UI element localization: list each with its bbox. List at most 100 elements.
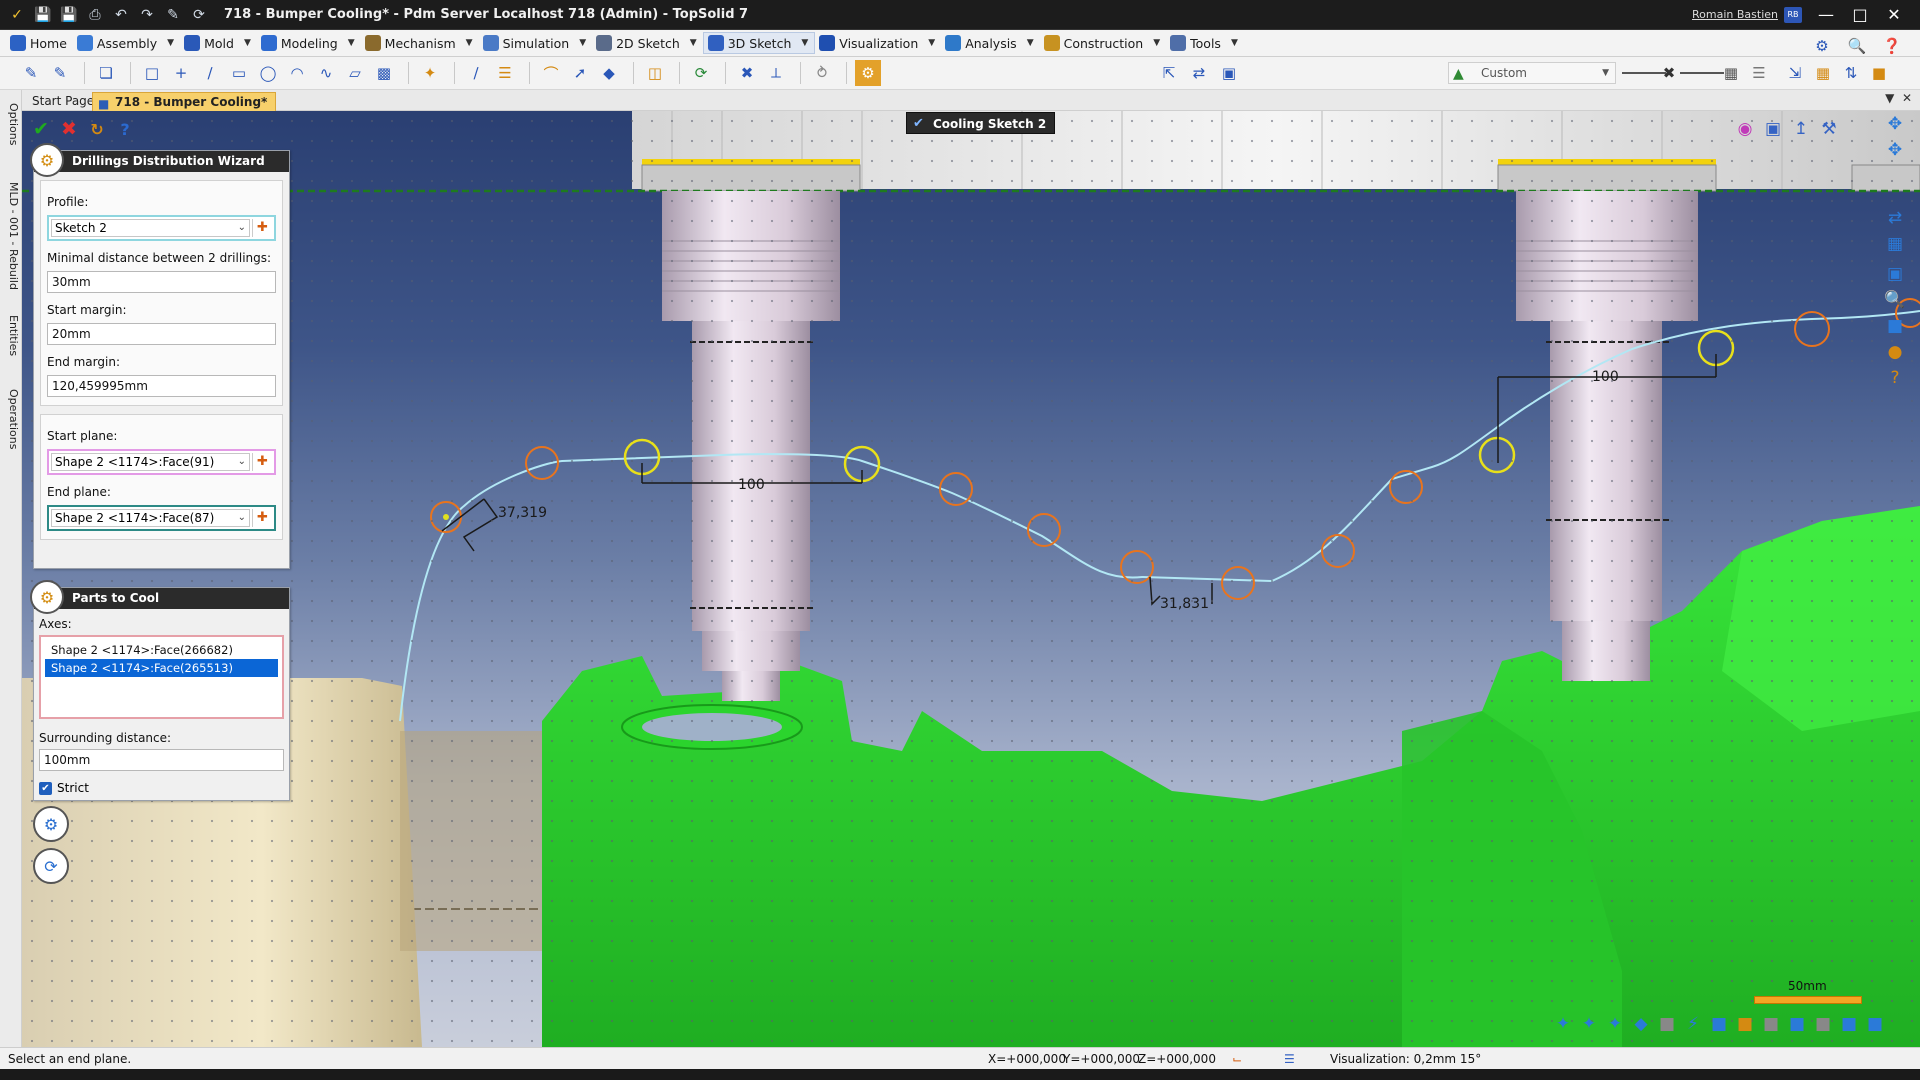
fillet-icon[interactable]: ⌒ — [538, 60, 564, 86]
pick-icon[interactable]: ✚ — [252, 219, 272, 237]
active-sketch-label[interactable]: ✔ Cooling Sketch 2 — [906, 112, 1056, 134]
constraint-icon[interactable]: ✖ — [734, 60, 760, 86]
move-to-icon[interactable]: ⇱ — [1156, 60, 1182, 86]
copy-icon[interactable]: ❏ — [93, 60, 119, 86]
pan-icon[interactable]: ✥ — [1882, 111, 1908, 137]
undo-icon[interactable]: ↶ — [110, 4, 132, 26]
tab-start-page[interactable]: Start Page — [24, 92, 102, 111]
surrounding-field[interactable]: 100mm — [39, 749, 284, 771]
scene-canvas[interactable]: 37,319 100 31,831 100 — [22, 111, 1920, 1047]
brush-icon[interactable]: ✎ — [47, 60, 73, 86]
list-item[interactable]: Shape 2 <1174>:Face(266682) — [45, 641, 278, 659]
chevron-down-icon[interactable]: ⌄ — [238, 217, 246, 239]
front-view-icon[interactable]: ⇄ — [1882, 205, 1908, 231]
pick-icon[interactable]: ✚ — [252, 509, 272, 527]
dimension-100-right[interactable]: 100 — [1592, 369, 1619, 385]
dimension-icon[interactable]: ⥁ — [809, 60, 835, 86]
pen-icon[interactable]: ✎ — [18, 60, 44, 86]
chevron-down-icon[interactable]: ▼ — [348, 38, 355, 48]
trim-icon[interactable]: ✦ — [417, 60, 443, 86]
close-icon[interactable]: ✕ — [1882, 4, 1906, 26]
filter-face-icon[interactable]: ✦ — [1602, 1011, 1628, 1037]
pick-icon[interactable]: ✚ — [252, 453, 272, 471]
checkbox-icon[interactable]: ✔ — [39, 781, 52, 795]
chevron-down-icon[interactable]: ⌄ — [238, 451, 246, 473]
align-icon[interactable]: ⇄ — [1186, 60, 1212, 86]
drilling-markers[interactable] — [430, 298, 1920, 600]
zoom-window-icon[interactable]: ▣ — [1882, 261, 1908, 287]
menu-visualization[interactable]: Visualization ▼ — [815, 32, 941, 54]
side-tab-rebuild[interactable]: MLD - 001 - Rebuild — [2, 176, 20, 296]
spline-icon[interactable]: ∿ — [313, 60, 339, 86]
rotate-view-icon[interactable]: ✥ — [1882, 137, 1908, 163]
menu-construction[interactable]: Construction ▼ — [1040, 32, 1167, 54]
measure-icon[interactable]: ↥ — [1788, 116, 1814, 142]
menu-tools[interactable]: Tools ▼ — [1166, 32, 1244, 54]
menu-analysis[interactable]: Analysis ▼ — [941, 32, 1039, 54]
start-margin-field[interactable]: 20mm — [47, 323, 276, 345]
filter-point-icon[interactable]: ✦ — [1550, 1011, 1576, 1037]
highlight-icon[interactable]: ■ — [1866, 60, 1892, 86]
menu-assembly[interactable]: Assembly ▼ — [73, 32, 180, 54]
layer-icon[interactable]: ☰ — [492, 60, 518, 86]
chevron-down-icon[interactable]: ▼ — [167, 38, 174, 48]
user-name-link[interactable]: Romain Bastien — [1692, 8, 1778, 21]
rectangle-icon[interactable]: ▭ — [226, 60, 252, 86]
menu-simulation[interactable]: Simulation ▼ — [479, 32, 593, 54]
chevron-down-icon[interactable]: ▼ — [928, 38, 935, 48]
filter-part-icon[interactable]: ■ — [1654, 1011, 1680, 1037]
end-margin-field[interactable]: 120,459995mm — [47, 375, 276, 397]
chevron-down-icon[interactable]: ▼ — [1231, 38, 1238, 48]
apply-icon[interactable]: ↻ — [86, 120, 108, 139]
zoom-icon[interactable]: 🔍 — [1882, 287, 1908, 313]
chevron-down-icon[interactable]: ▼ — [244, 38, 251, 48]
filter-frame-icon[interactable]: ■ — [1706, 1011, 1732, 1037]
axis-triad-icon[interactable]: ⌙ — [1232, 1052, 1242, 1066]
strict-checkbox[interactable]: ✔ Strict — [39, 781, 284, 795]
end-plane-combo[interactable]: Shape 2 <1174>:Face(87) ⌄ ✚ — [47, 505, 276, 531]
tab-close-icon[interactable]: ✕ — [1902, 91, 1912, 105]
line-icon[interactable]: ∕ — [197, 60, 223, 86]
offset-icon[interactable]: ▩ — [371, 60, 397, 86]
profile-combo[interactable]: Sketch 2 ⌄ ✚ — [47, 215, 276, 241]
redo-icon[interactable]: ↷ — [136, 4, 158, 26]
chevron-down-icon[interactable]: ▼ — [579, 38, 586, 48]
filter-assembly-icon[interactable]: ■ — [1862, 1011, 1888, 1037]
filter-shape-icon[interactable]: ◆ — [1628, 1011, 1654, 1037]
split-icon[interactable]: ⇅ — [1838, 60, 1864, 86]
save-icon[interactable]: 💾 — [32, 4, 54, 26]
edit-icon[interactable]: ✎ — [162, 4, 184, 26]
side-tab-operations[interactable]: Operations — [2, 380, 20, 458]
layout-icon[interactable]: ▦ — [1882, 231, 1908, 257]
delete-icon[interactable]: ✖ — [1656, 60, 1682, 86]
extend-icon[interactable]: ➚ — [567, 60, 593, 86]
min-distance-field[interactable]: 30mm — [47, 271, 276, 293]
ok-icon[interactable]: ✔ — [30, 118, 52, 140]
side-tab-options[interactable]: Options — [2, 94, 20, 154]
tab-document[interactable]: ■ 718 - Bumper Cooling* — [92, 92, 277, 111]
search-icon[interactable]: 🔍 — [1844, 33, 1870, 59]
maximize-icon[interactable]: □ — [1848, 4, 1872, 26]
filter-sketch-icon[interactable]: ■ — [1732, 1011, 1758, 1037]
view-cube-icon[interactable]: ▣ — [1760, 116, 1786, 142]
rotate-icon[interactable]: ⟳ — [688, 60, 714, 86]
snap-icon[interactable]: ⇲ — [1782, 60, 1808, 86]
next-step-button[interactable]: ⟳ — [33, 848, 69, 884]
refresh-icon[interactable]: ⟳ — [188, 4, 210, 26]
sketch-plane-icon[interactable]: □ — [139, 60, 165, 86]
menu-mold[interactable]: Mold ▼ — [180, 32, 257, 54]
perpendicular-icon[interactable]: ⟂ — [763, 60, 789, 86]
shape-icon[interactable]: ◆ — [596, 60, 622, 86]
app-menu-icon[interactable]: ✓ — [6, 4, 28, 26]
menu-modeling[interactable]: Modeling ▼ — [257, 32, 361, 54]
dimension-31[interactable]: 31,831 — [1160, 596, 1209, 612]
hatch-icon[interactable]: ▦ — [1810, 60, 1836, 86]
chevron-down-icon[interactable]: ▼ — [690, 38, 697, 48]
construction-line-icon[interactable]: ∕ — [463, 60, 489, 86]
grid-icon[interactable]: ▦ — [1718, 60, 1744, 86]
chevron-down-icon[interactable]: ▼ — [1602, 63, 1609, 83]
layer-icon[interactable]: ☰ — [1284, 1052, 1295, 1066]
menu-home[interactable]: Home — [6, 32, 73, 54]
filter-plane-icon[interactable]: ■ — [1784, 1011, 1810, 1037]
dimension-100-left[interactable]: 100 — [738, 477, 765, 493]
